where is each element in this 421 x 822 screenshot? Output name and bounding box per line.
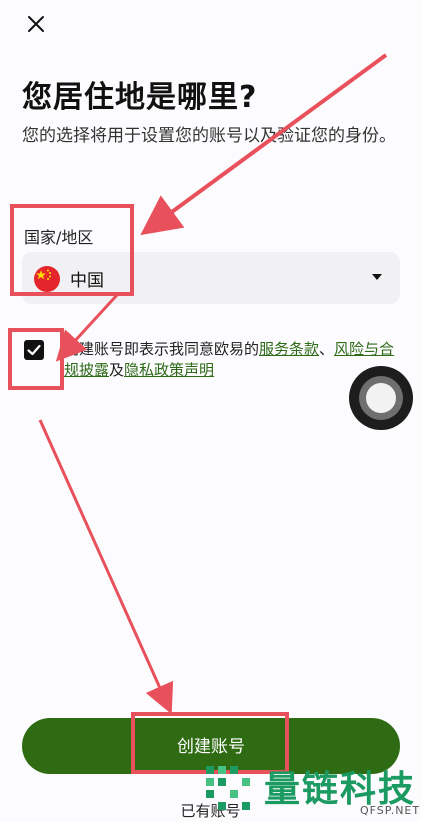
annotation-box-country <box>10 204 134 296</box>
annotation-overlay <box>8 53 388 774</box>
annotation-arrow-checkbox <box>55 293 119 362</box>
watermark: 量链科技 QFSP.NET <box>200 758 421 822</box>
annotation-box-checkbox <box>8 328 64 390</box>
watermark-subtext: QFSP.NET <box>360 804 421 817</box>
watermark-logo-icon <box>206 766 250 810</box>
annotation-arrow-country <box>140 53 388 236</box>
annotation-arrow-button <box>38 419 174 715</box>
